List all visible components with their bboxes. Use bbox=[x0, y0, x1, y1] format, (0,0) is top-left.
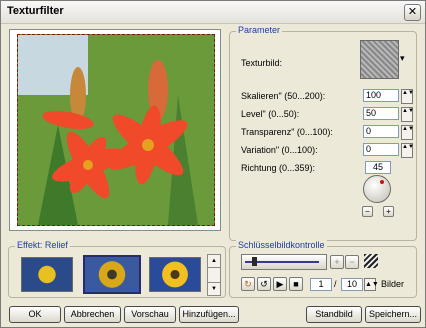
transparency-spinner[interactable]: 0 ▲▼ bbox=[363, 125, 414, 140]
transparency-input[interactable]: 0 bbox=[363, 125, 399, 138]
current-frame-input[interactable]: 1 bbox=[310, 278, 332, 291]
level-input[interactable]: 50 bbox=[363, 107, 399, 120]
direction-dial[interactable] bbox=[363, 175, 391, 203]
cancel-button[interactable]: Abbrechen bbox=[64, 306, 121, 323]
timeline-handle[interactable] bbox=[252, 257, 257, 266]
effect-scrollbar[interactable]: ▲ ▼ bbox=[207, 254, 221, 296]
direction-label: Richtung (0...359): bbox=[241, 163, 316, 173]
variation-input[interactable]: 0 bbox=[363, 143, 399, 156]
variation-spinner[interactable]: 0 ▲▼ bbox=[363, 143, 414, 158]
effect-thumbnail-selected[interactable] bbox=[83, 255, 141, 294]
parameter-group-label: Parameter bbox=[236, 25, 283, 35]
stop-button[interactable]: ■ bbox=[289, 277, 303, 291]
scroll-down-icon[interactable]: ▼ bbox=[208, 282, 220, 295]
preview-image bbox=[17, 34, 215, 226]
effect-group-label: Effekt: Relief bbox=[15, 240, 70, 250]
loop-button[interactable]: ↻ bbox=[241, 277, 255, 291]
reverse-button[interactable]: ↺ bbox=[257, 277, 271, 291]
remove-keyframe-button[interactable]: − bbox=[345, 255, 359, 269]
effect-thumbnail[interactable] bbox=[149, 257, 201, 292]
scroll-up-icon[interactable]: ▲ bbox=[208, 255, 220, 268]
transparency-label: Transparenz" (0...100): bbox=[241, 127, 333, 137]
keyframe-tool-icon[interactable] bbox=[364, 254, 378, 268]
texture-filter-dialog: Texturfilter ✕ Parameter Texturbild: ▾ S… bbox=[0, 0, 426, 328]
direction-decrease-button[interactable]: − bbox=[362, 206, 373, 217]
variation-label: Variation" (0...100): bbox=[241, 145, 318, 155]
scale-spinner[interactable]: 100 ▲▼ bbox=[363, 89, 414, 104]
ok-button[interactable]: OK bbox=[9, 306, 61, 323]
direction-dial-marker bbox=[380, 180, 384, 184]
level-label: Level" (0...50): bbox=[241, 109, 300, 119]
keyframe-group-label: Schlüsselbildkontrolle bbox=[236, 240, 327, 250]
close-button[interactable]: ✕ bbox=[404, 4, 421, 21]
preview-panel bbox=[9, 29, 221, 231]
scale-spin-icon[interactable]: ▲▼ bbox=[401, 89, 414, 104]
effect-thumbnail[interactable] bbox=[21, 257, 73, 292]
total-frames-input[interactable]: 10 bbox=[341, 278, 363, 291]
direction-increase-button[interactable]: + bbox=[383, 206, 394, 217]
variation-spin-icon[interactable]: ▲▼ bbox=[401, 143, 414, 158]
play-button[interactable]: ▶ bbox=[273, 277, 287, 291]
direction-input[interactable]: 45 bbox=[365, 161, 391, 174]
save-button[interactable]: Speichern... bbox=[365, 306, 421, 323]
texture-label: Texturbild: bbox=[241, 58, 283, 68]
level-spin-icon[interactable]: ▲▼ bbox=[401, 107, 414, 122]
level-spinner[interactable]: 50 ▲▼ bbox=[363, 107, 414, 122]
total-frames-spin-icon[interactable]: ▲▼ bbox=[364, 278, 379, 291]
frames-label: Bilder bbox=[381, 279, 405, 289]
still-image-button[interactable]: Standbild bbox=[306, 306, 362, 323]
texture-preview[interactable] bbox=[360, 40, 399, 79]
window-title: Texturfilter bbox=[7, 5, 64, 17]
add-button[interactable]: Hinzufügen... bbox=[179, 306, 239, 323]
preview-button[interactable]: Vorschau bbox=[124, 306, 176, 323]
texture-dropdown-icon[interactable]: ▾ bbox=[400, 53, 405, 64]
keyframe-timeline[interactable] bbox=[241, 254, 327, 270]
scale-label: Skalieren" (50...200): bbox=[241, 91, 326, 101]
frame-separator: / bbox=[334, 279, 337, 289]
add-keyframe-button[interactable]: + bbox=[330, 255, 344, 269]
transparency-spin-icon[interactable]: ▲▼ bbox=[401, 125, 414, 140]
scale-input[interactable]: 100 bbox=[363, 89, 399, 102]
title-bar: Texturfilter ✕ bbox=[1, 1, 425, 24]
